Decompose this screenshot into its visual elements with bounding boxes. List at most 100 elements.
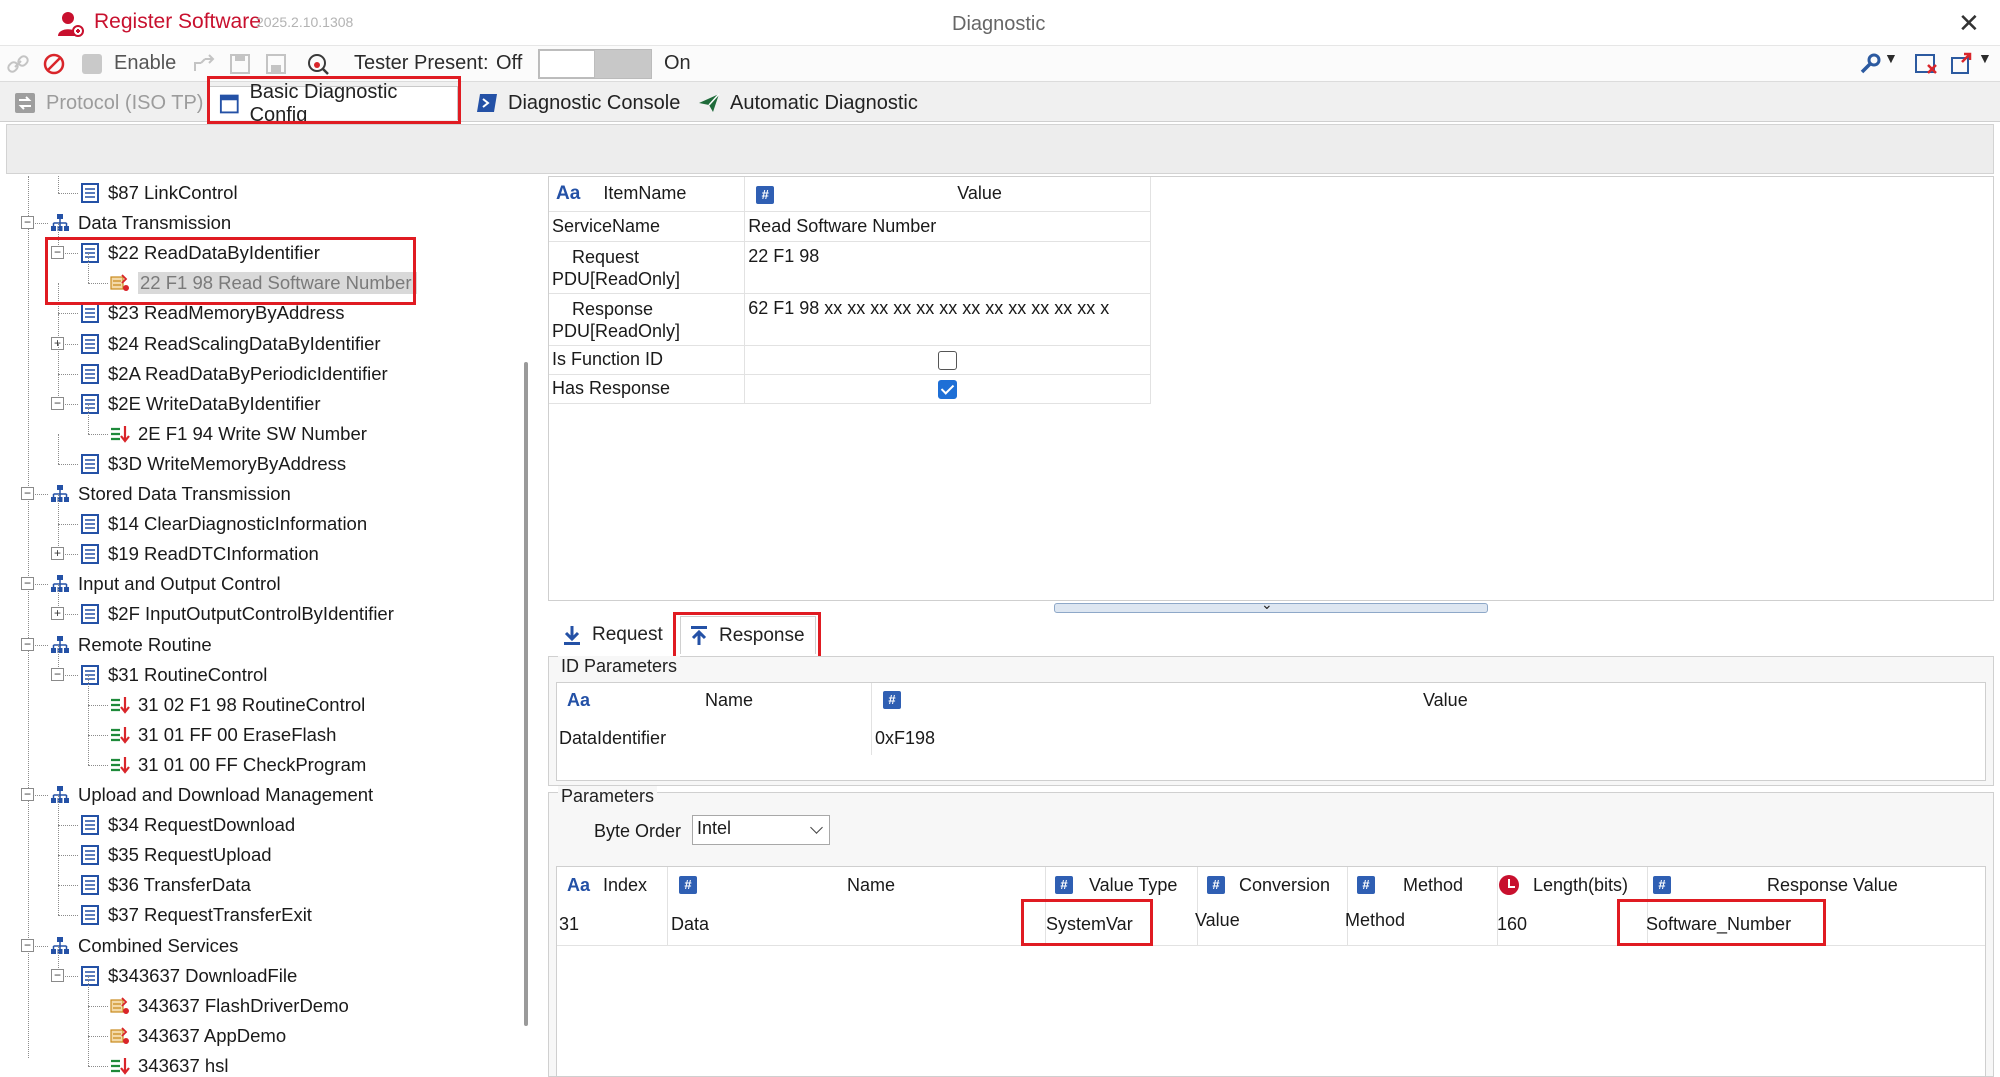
tree-node[interactable]: $2A ReadDataByPeriodicIdentifier [80,359,388,389]
property-row[interactable]: Has Response [549,374,1151,404]
diagnostic-scan-icon[interactable] [306,52,330,76]
register-software-link[interactable]: Register Software [94,10,261,34]
tree-node[interactable]: 343637 hsl [110,1051,229,1077]
enable-checkbox[interactable] [82,54,102,74]
tree-node[interactable]: $36 TransferData [80,870,251,900]
header-value-type[interactable]: Value Type [1089,867,1177,903]
expand-toggle-icon[interactable]: + [51,607,64,621]
tree-node[interactable]: 31 02 F1 98 RoutineControl [110,690,365,720]
save-icon[interactable] [228,52,252,76]
tree-node[interactable]: Data Transmission [50,208,231,238]
property-row[interactable]: ServiceName Read Software Number [549,211,1151,242]
collapse-toggle-icon[interactable]: − [21,637,34,651]
header-value[interactable]: Value [1423,683,1468,717]
param-length[interactable]: 160 [1497,909,1527,939]
tree-node[interactable]: 2E F1 94 Write SW Number [110,419,367,449]
close-button[interactable]: ✕ [1958,8,1980,39]
tree-node[interactable]: 22 F1 98 Read Software Number [110,268,418,298]
tree-node[interactable]: Upload and Download Management [50,780,373,810]
tab-basic-diagnostic-config[interactable]: Basic Diagnostic Config [208,81,458,126]
header-method[interactable]: Method [1403,867,1463,903]
tree-node[interactable]: Stored Data Transmission [50,479,291,509]
collapse-toggle-icon[interactable]: − [51,968,64,982]
header-conversion[interactable]: Conversion [1239,867,1330,903]
tree-node[interactable]: 343637 FlashDriverDemo [110,991,349,1021]
tree-node-label: $23 ReadMemoryByAddress [108,302,345,324]
param-value-type[interactable]: SystemVar [1046,909,1133,939]
tree-node[interactable]: $22 ReadDataByIdentifier [80,238,320,268]
tree-node[interactable]: $23 ReadMemoryByAddress [80,298,345,328]
expand-toggle-icon[interactable]: + [51,547,64,561]
has-response-checkbox[interactable] [938,379,958,399]
disconnect-icon[interactable] [42,52,66,76]
header-index[interactable]: Index [603,867,647,903]
collapse-toggle-icon[interactable]: − [21,487,34,500]
tab-diagnostic-console[interactable]: Diagnostic Console [466,86,690,120]
window-layout-icon[interactable] [1950,52,1974,76]
tab-protocol[interactable]: Protocol (ISO TP) [4,86,213,120]
collapse-toggle-icon[interactable]: − [21,577,34,591]
tab-request[interactable]: Request [554,616,671,654]
header-length[interactable]: Length(bits) [1533,867,1628,903]
tree-node[interactable]: $37 RequestTransferExit [80,900,312,930]
collapse-toggle-icon[interactable]: − [21,788,34,801]
collapse-toggle-icon[interactable]: − [21,216,34,230]
ribbon-area [6,124,1994,174]
tree-node[interactable]: 343637 AppDemo [110,1021,286,1051]
tree-node[interactable]: $24 ReadScalingDataByIdentifier [80,329,381,359]
param-response-value[interactable]: Software_Number [1646,909,1791,939]
byte-order-select[interactable]: Intel [692,815,830,845]
tree-node[interactable]: 31 01 FF 00 EraseFlash [110,720,336,750]
collapse-toggle-icon[interactable]: − [51,667,64,681]
param-method[interactable]: Method [1345,905,1405,935]
property-row[interactable]: Request PDU[ReadOnly] 22 F1 98 [549,241,1151,294]
param-conversion[interactable]: Value [1195,905,1240,935]
tester-present-toggle[interactable] [538,49,652,79]
header-value[interactable]: Value [957,183,1002,203]
property-row[interactable]: Response PDU[ReadOnly] 62 F1 98 xx xx xx… [549,293,1151,346]
tree-node[interactable]: $3D WriteMemoryByAddress [80,449,346,479]
property-value[interactable]: 22 F1 98 [748,246,819,266]
group-folder-icon [50,936,70,956]
link-icon[interactable] [6,52,30,76]
tree-node[interactable]: Input and Output Control [50,569,281,599]
tree-scrollbar[interactable] [524,362,528,1026]
register-user-icon[interactable] [56,10,84,38]
tree-node[interactable]: 31 01 00 FF CheckProgram [110,750,366,780]
wrench-icon[interactable] [1858,52,1882,76]
tree-node[interactable]: $35 RequestUpload [80,840,272,870]
save-as-icon[interactable] [264,52,288,76]
header-name[interactable]: Name [705,683,753,717]
is-function-id-checkbox[interactable] [938,350,958,370]
tree-node[interactable]: $34 RequestDownload [80,810,295,840]
tree-node[interactable]: $87 LinkControl [80,178,238,208]
collapse-toggle-icon[interactable]: − [21,938,34,952]
id-param-value[interactable]: 0xF198 [875,721,935,755]
param-name[interactable]: Data [671,909,709,939]
tree-node[interactable]: $19 ReadDTCInformation [80,539,319,569]
property-row[interactable]: Is Function ID [549,345,1151,375]
tree-node[interactable]: $31 RoutineControl [80,660,267,690]
export-icon[interactable] [192,52,216,76]
toggle-knob[interactable] [539,50,595,78]
collapse-toggle-icon[interactable]: − [51,246,64,260]
panel-splitter[interactable]: ⌄ [1054,596,1488,613]
tree-node[interactable]: $2E WriteDataByIdentifier [80,389,321,419]
wrench-dropdown-icon[interactable]: ▼ [1884,50,1898,66]
property-value[interactable]: 62 F1 98 xx xx xx xx xx xx xx xx xx xx x… [748,298,1109,318]
chevron-down-icon[interactable]: ⌄ [1261,596,1273,613]
header-name[interactable]: Name [847,867,895,903]
layout-dropdown-icon[interactable]: ▼ [1978,50,1992,66]
property-value[interactable]: Read Software Number [748,216,936,236]
clear-window-icon[interactable] [1914,52,1938,76]
tree-node[interactable]: $2F InputOutputControlByIdentifier [80,599,394,629]
tree-node[interactable]: Remote Routine [50,630,212,660]
header-response-value[interactable]: Response Value [1767,867,1898,903]
tree-node[interactable]: $343637 DownloadFile [80,961,297,991]
tree-node[interactable]: $14 ClearDiagnosticInformation [80,509,367,539]
tree-node[interactable]: Combined Services [50,931,238,961]
tab-response[interactable]: Response [680,616,816,654]
tab-automatic-diagnostic[interactable]: Automatic Diagnostic [688,86,928,120]
collapse-toggle-icon[interactable]: − [51,396,64,410]
header-item-name[interactable]: ItemName [603,183,686,203]
